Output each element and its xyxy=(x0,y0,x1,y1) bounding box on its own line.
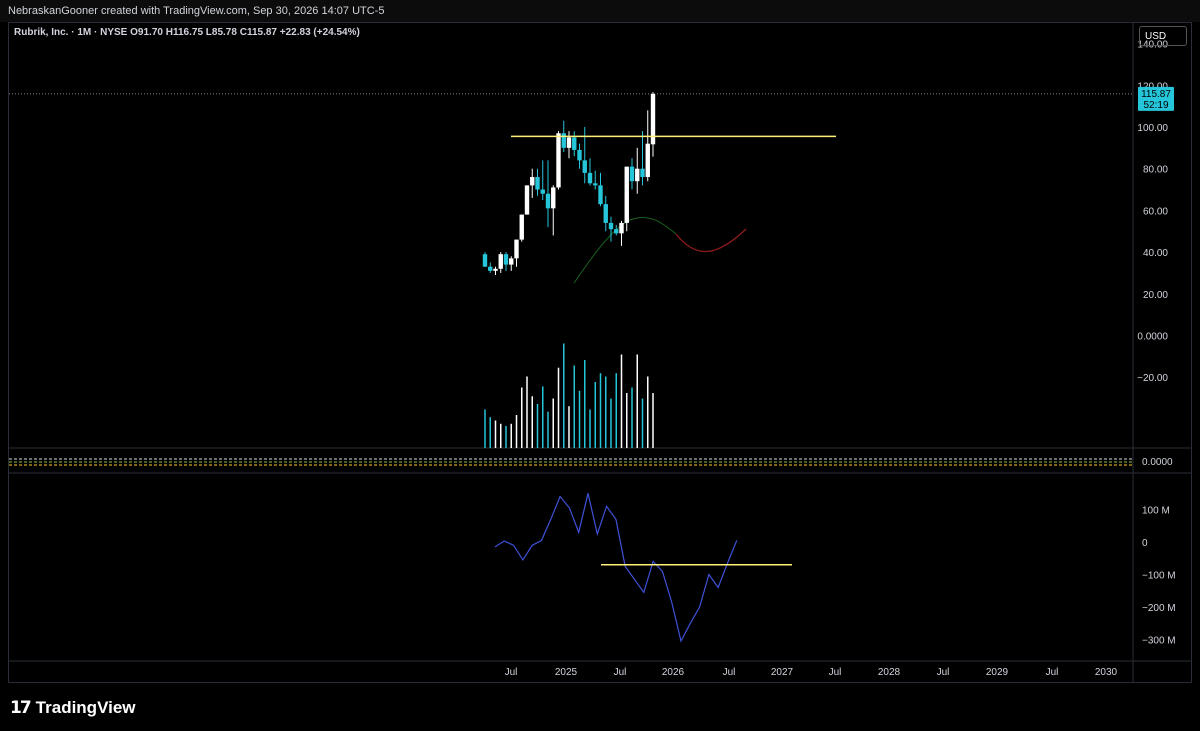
price-tick-label: 100.00 xyxy=(1137,123,1168,134)
oscillator-tick-label: −100 M xyxy=(1142,571,1176,582)
high-label: H xyxy=(165,27,173,38)
candle-body[interactable] xyxy=(530,177,535,186)
price-tick-label: 60.00 xyxy=(1143,206,1168,217)
candle-body[interactable] xyxy=(572,137,577,150)
price-tick-label: 0.0000 xyxy=(1137,332,1168,343)
candle-body[interactable] xyxy=(566,137,572,148)
candle-body[interactable] xyxy=(535,177,540,190)
candle-body[interactable] xyxy=(645,143,650,178)
time-tick-label: 2028 xyxy=(878,667,901,678)
candle-body[interactable] xyxy=(551,187,556,209)
price-tick-label: 80.00 xyxy=(1143,165,1168,176)
candle-body[interactable] xyxy=(545,193,551,209)
high-value: 116.75 xyxy=(172,27,204,38)
candle-body[interactable] xyxy=(498,254,503,269)
candle-body[interactable] xyxy=(577,149,582,161)
close-value: 115.87 xyxy=(246,27,277,38)
moving-average-green xyxy=(573,217,677,284)
oscillator-tick-label: 0 xyxy=(1142,538,1148,549)
time-tick-label: Jul xyxy=(723,667,736,678)
open-label: O xyxy=(130,27,138,38)
moving-average-red xyxy=(675,228,747,253)
currency-button[interactable]: USD xyxy=(1139,26,1187,46)
close-label: C xyxy=(239,27,247,38)
symbol-legend: Rubrik, Inc. · 1M · NYSE O91.70 H116.75 … xyxy=(14,27,360,38)
chart-canvas[interactable]: 140.00120.00100.0080.0060.0040.0020.000.… xyxy=(0,0,1200,731)
candle-body[interactable] xyxy=(514,239,519,259)
candle-body[interactable] xyxy=(587,172,593,184)
price-tag-countdown: 52:19 xyxy=(1143,100,1168,111)
tv-logo-icon: 17 xyxy=(10,698,32,718)
price-tick-label: 40.00 xyxy=(1143,248,1168,259)
symbol-name[interactable]: Rubrik, Inc. · 1M · NYSE xyxy=(14,27,127,38)
time-tick-label: 2026 xyxy=(662,667,685,678)
candle-body[interactable] xyxy=(503,254,509,265)
candle-body[interactable] xyxy=(561,133,566,148)
candle-body[interactable] xyxy=(509,258,514,265)
time-tick-label: Jul xyxy=(1046,667,1059,678)
time-tick-label: 2025 xyxy=(555,667,578,678)
price-tick-label: 20.00 xyxy=(1143,290,1168,301)
candle-body[interactable] xyxy=(629,166,635,182)
candle-body[interactable] xyxy=(635,168,640,182)
time-tick-label: 2027 xyxy=(771,667,794,678)
candle-body[interactable] xyxy=(482,254,488,267)
open-value: 91.70 xyxy=(137,27,163,38)
candle-body[interactable] xyxy=(619,222,624,234)
candle-body[interactable] xyxy=(624,166,629,223)
candle-body[interactable] xyxy=(524,185,530,215)
candle-body[interactable] xyxy=(582,160,587,173)
oscillator-tick-label: −200 M xyxy=(1142,603,1176,614)
change-value: +22.83 (+24.54%) xyxy=(279,27,360,38)
candle-body[interactable] xyxy=(640,168,645,178)
oscillator-tick-label: −300 M xyxy=(1142,636,1176,647)
time-tick-label: Jul xyxy=(937,667,950,678)
candle-body[interactable] xyxy=(488,266,493,271)
time-tick-label: Jul xyxy=(614,667,627,678)
candle-body[interactable] xyxy=(519,214,524,240)
candle-body[interactable] xyxy=(593,183,598,186)
low-value: 85.78 xyxy=(211,27,237,38)
oscillator-line xyxy=(494,493,738,643)
candle-body[interactable] xyxy=(556,133,561,188)
time-tick-label: Jul xyxy=(829,667,842,678)
time-tick-label: 2030 xyxy=(1095,667,1118,678)
candle-body[interactable] xyxy=(540,189,545,194)
oscillator-tick-label: 100 M xyxy=(1142,506,1170,517)
price-tag-value: 115.87 xyxy=(1141,89,1171,100)
candle-body[interactable] xyxy=(608,222,614,230)
candle-body[interactable] xyxy=(614,229,619,234)
separator-value-label: 0.0000 xyxy=(1142,457,1173,468)
price-tick-label: −20.00 xyxy=(1137,373,1168,384)
brand-name: TradingView xyxy=(35,698,136,717)
candle-body[interactable] xyxy=(603,204,608,223)
tradingview-logo[interactable]: 17 TradingView xyxy=(10,697,136,719)
candle-body[interactable] xyxy=(598,185,603,205)
time-tick-label: Jul xyxy=(505,667,518,678)
candle-body[interactable] xyxy=(493,268,498,271)
time-tick-label: 2029 xyxy=(986,667,1009,678)
